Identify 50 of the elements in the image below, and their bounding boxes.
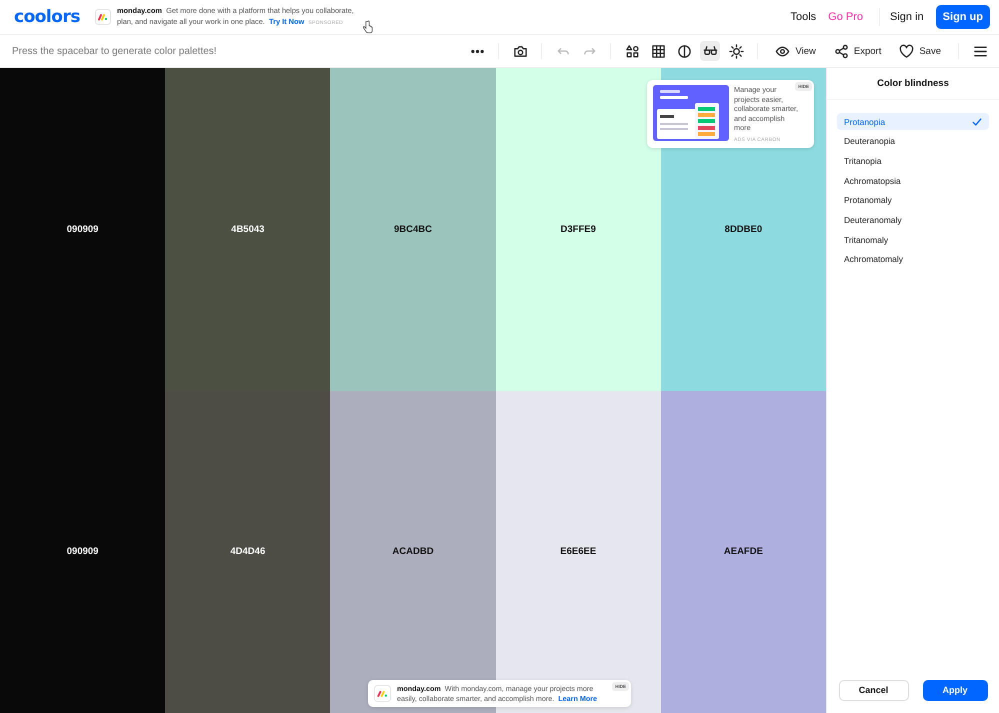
toolbar-action[interactable]: Export bbox=[826, 44, 888, 58]
color-swatch[interactable]: 090909 bbox=[0, 68, 166, 390]
hand-cursor-icon bbox=[362, 20, 373, 34]
hex-code: 9BC4BC bbox=[394, 224, 432, 235]
nav-link[interactable]: Tools bbox=[784, 11, 822, 23]
sun-icon bbox=[728, 44, 744, 58]
glasses-button[interactable] bbox=[700, 41, 720, 61]
hex-code: 090909 bbox=[66, 224, 98, 235]
ad-logo-icon bbox=[374, 685, 391, 702]
nav-link[interactable]: Sign in bbox=[884, 11, 930, 23]
option-item[interactable]: Tritanopia bbox=[837, 152, 989, 170]
shapes-icon bbox=[624, 44, 640, 58]
contrast-icon bbox=[676, 44, 692, 58]
hex-code: 090909 bbox=[66, 546, 98, 558]
menu-icon bbox=[972, 44, 988, 58]
hex-code: ACADBD bbox=[392, 546, 434, 558]
hint-text: Press the spacebar to generate color palettes! bbox=[12, 46, 217, 56]
check-icon bbox=[972, 116, 982, 126]
option-item[interactable]: Achromatopsia bbox=[837, 172, 989, 190]
color-swatch[interactable]: 4B5043 bbox=[165, 68, 330, 390]
share-icon bbox=[834, 44, 849, 58]
hex-code: 4B5043 bbox=[231, 224, 264, 235]
toolbar-action[interactable]: View bbox=[768, 44, 823, 58]
hex-code: 8DDBE0 bbox=[724, 224, 762, 235]
color-swatch[interactable]: 4D4D46 bbox=[165, 390, 330, 713]
option-item[interactable]: Deuteranomaly bbox=[837, 211, 989, 228]
color-swatch[interactable]: AEAFDE bbox=[660, 390, 826, 713]
apply-button[interactable]: Apply bbox=[922, 680, 988, 700]
ad-logo-icon bbox=[94, 9, 111, 25]
color-swatch[interactable]: D3FFE9 bbox=[496, 68, 661, 390]
option-item[interactable]: Protanopia bbox=[837, 113, 989, 130]
color-swatch[interactable]: 9BC4BC bbox=[330, 68, 496, 390]
logo[interactable]: coolors bbox=[14, 8, 80, 26]
camera-icon bbox=[512, 44, 528, 58]
color-swatch[interactable]: 090909 bbox=[0, 390, 166, 713]
panel-title: Color blindness bbox=[827, 68, 999, 100]
heart-icon bbox=[899, 44, 914, 58]
eye-icon bbox=[775, 44, 790, 58]
hex-code: AEAFDE bbox=[724, 546, 763, 558]
hex-code: 4D4D46 bbox=[230, 546, 266, 558]
hex-code: D3FFE9 bbox=[560, 224, 596, 235]
grid-icon bbox=[650, 44, 666, 58]
cancel-button[interactable]: Cancel bbox=[838, 680, 908, 700]
sign-up-button[interactable]: Sign up bbox=[936, 5, 990, 29]
hex-code: E6E6EE bbox=[560, 546, 596, 558]
option-item[interactable]: Protanomaly bbox=[837, 192, 989, 209]
option-item[interactable]: Tritanomaly bbox=[837, 231, 989, 248]
option-item[interactable]: Deuteranopia bbox=[837, 132, 989, 150]
option-item[interactable]: Achromatomaly bbox=[837, 250, 989, 268]
toolbar-action[interactable]: Save bbox=[892, 44, 948, 58]
